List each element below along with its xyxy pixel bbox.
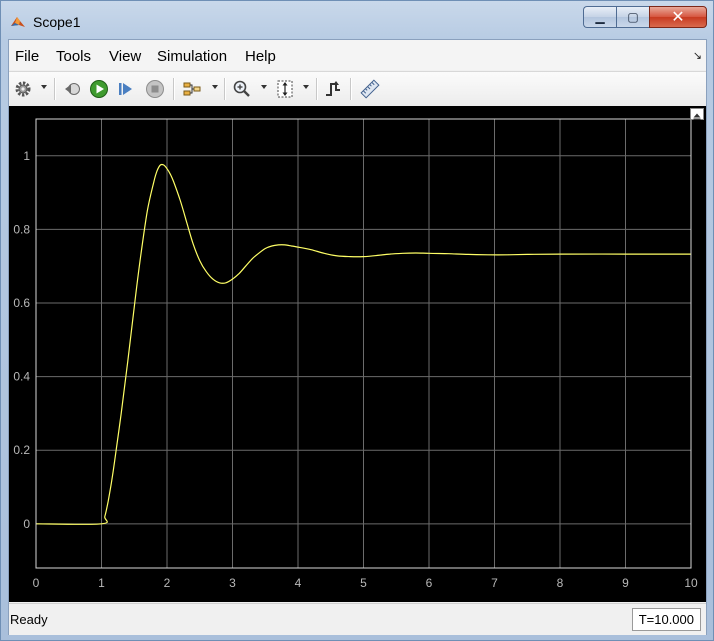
grid-lines	[35, 119, 692, 568]
toolbar-separator	[224, 78, 226, 100]
scope-plot[interactable]: 0 1 2 3 4 5 6 7 8 9 10 0 0.2 0.4 0.6 0.8 1	[9, 106, 706, 602]
window-title: Scope1	[33, 14, 81, 30]
zoom-dropdown[interactable]	[261, 85, 267, 89]
caption-buttons: ▁ ▢ ✕	[583, 6, 707, 30]
undock-button[interactable]	[690, 108, 704, 120]
run-icon	[90, 80, 108, 98]
signal-selector-button[interactable]	[181, 78, 203, 100]
gear-icon	[15, 81, 31, 97]
x-tick-label: 2	[164, 576, 171, 590]
triggers-button[interactable]	[322, 78, 344, 100]
dock-arrow-icon[interactable]: ↘	[693, 49, 702, 62]
toolbar	[9, 71, 706, 107]
matlab-logo-icon	[11, 17, 25, 27]
minimize-icon: ▁	[595, 10, 605, 24]
status-bar: Ready T=10.000	[9, 603, 706, 635]
simulation-time: T=10.000	[631, 608, 701, 631]
run-button[interactable]	[88, 78, 110, 100]
x-tick-label: 3	[229, 576, 236, 590]
toolbar-separator	[173, 78, 175, 100]
close-icon: ✕	[671, 9, 685, 26]
menu-bar: File Tools View Simulation Help ↘	[9, 40, 706, 70]
toolbar-separator	[350, 78, 352, 100]
step-back-button[interactable]	[61, 78, 83, 100]
scale-axes-dropdown[interactable]	[303, 85, 309, 89]
measurements-button[interactable]	[359, 78, 381, 100]
toolbar-separator	[54, 78, 56, 100]
y-tick-label: 0.2	[13, 443, 30, 457]
scale-axes-button[interactable]	[274, 78, 296, 100]
x-tick-label: 5	[360, 576, 367, 590]
signal-selector-icon	[183, 82, 201, 96]
step-forward-button[interactable]	[115, 78, 137, 100]
client-area: File Tools View Simulation Help ↘ 0 1 2 …	[8, 39, 707, 635]
x-tick-label: 8	[557, 576, 564, 590]
x-tick-label: 4	[295, 576, 302, 590]
stop-button[interactable]	[144, 78, 166, 100]
zoom-in-icon	[233, 80, 250, 97]
measurements-icon	[360, 79, 380, 99]
step-back-icon	[65, 83, 80, 95]
x-tick-label: 9	[622, 576, 629, 590]
menu-simulation[interactable]: Simulation	[157, 48, 227, 65]
x-tick-label: 10	[684, 576, 698, 590]
minimize-button[interactable]: ▁	[583, 6, 616, 28]
menu-help[interactable]: Help	[245, 48, 276, 65]
zoom-in-button[interactable]	[231, 78, 253, 100]
menu-tools[interactable]: Tools	[56, 48, 91, 65]
toolbar-separator	[316, 78, 318, 100]
maximize-icon: ▢	[627, 10, 639, 24]
y-tick-label: 1	[23, 149, 30, 163]
x-tick-label: 6	[426, 576, 433, 590]
scale-axes-icon	[277, 80, 293, 98]
configuration-properties-button[interactable]	[12, 78, 34, 100]
signal-selector-dropdown[interactable]	[212, 85, 218, 89]
menu-file[interactable]: File	[15, 48, 39, 65]
scope-window: Scope1 ▁ ▢ ✕ File Tools View Simulation …	[0, 0, 714, 641]
status-text: Ready	[10, 612, 48, 627]
triggers-icon	[326, 81, 340, 96]
stop-icon	[146, 80, 164, 98]
y-tick-label: 0	[23, 517, 30, 531]
close-button[interactable]: ✕	[649, 6, 707, 28]
title-bar[interactable]: Scope1 ▁ ▢ ✕	[1, 1, 713, 39]
configuration-dropdown[interactable]	[41, 85, 47, 89]
step-forward-icon	[119, 83, 132, 95]
menu-view[interactable]: View	[109, 48, 141, 65]
y-tick-label: 0.6	[13, 296, 30, 310]
scope-display[interactable]: 0 1 2 3 4 5 6 7 8 9 10 0 0.2 0.4 0.6 0.8 1	[9, 106, 706, 602]
x-tick-label: 1	[98, 576, 105, 590]
x-tick-label: 7	[491, 576, 498, 590]
x-tick-label: 0	[33, 576, 40, 590]
y-tick-label: 0.8	[13, 222, 30, 236]
maximize-button[interactable]: ▢	[616, 6, 649, 28]
y-tick-label: 0.4	[13, 370, 30, 384]
undock-icon	[693, 113, 701, 120]
